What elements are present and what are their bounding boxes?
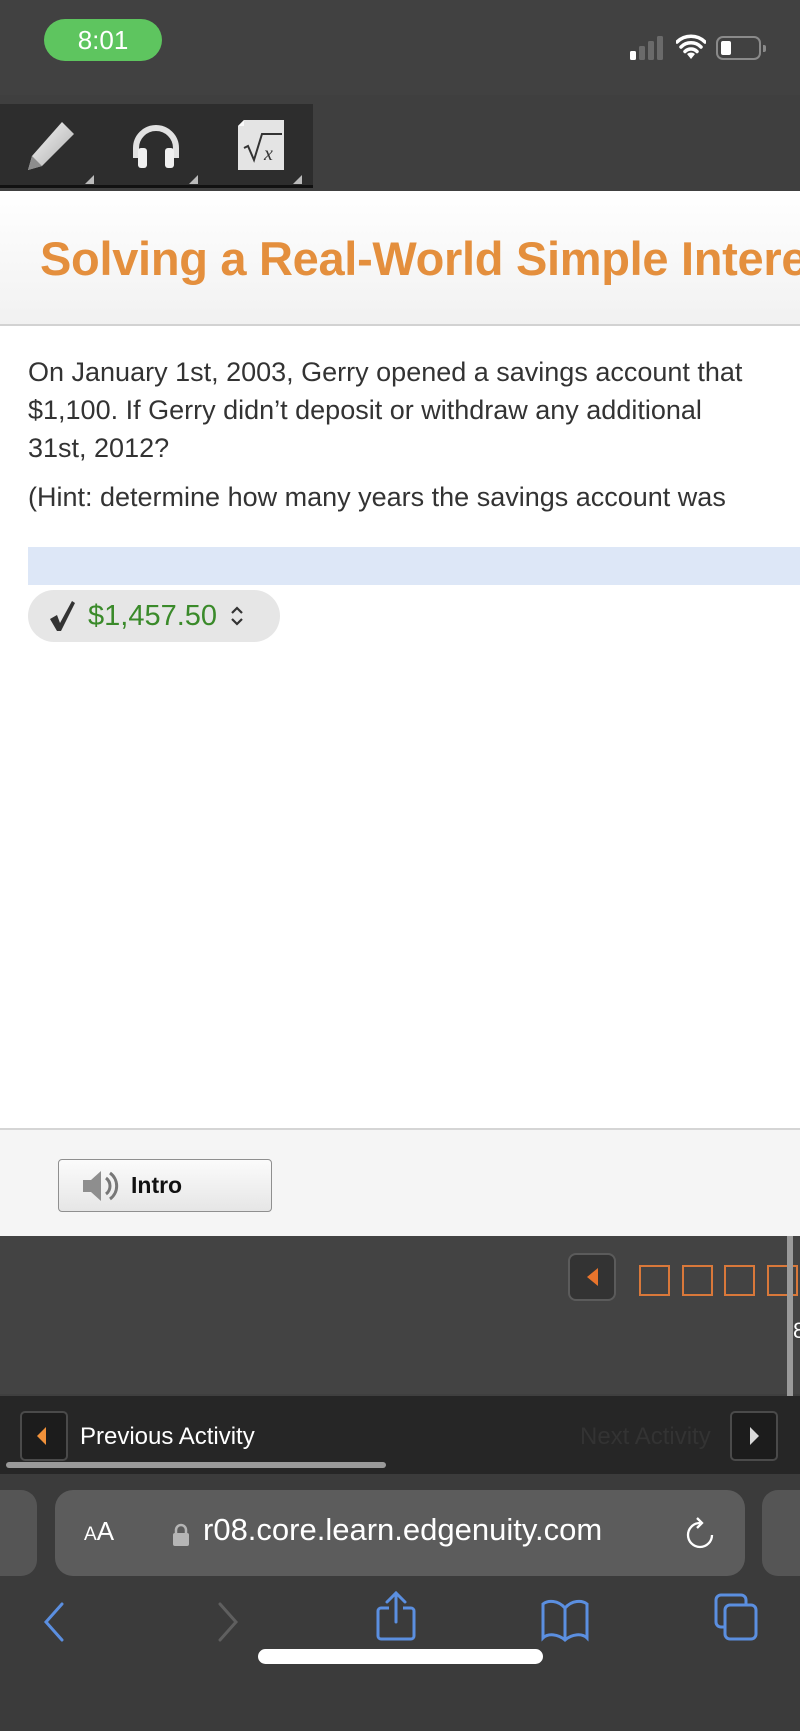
next-tab-preview[interactable] bbox=[762, 1490, 800, 1576]
url-text[interactable]: r08.core.learn.edgenuity.com bbox=[203, 1512, 602, 1548]
dropdown-corner-indicator bbox=[85, 175, 94, 184]
battery-icon bbox=[716, 36, 766, 60]
activity-navigation: Previous Activity Next Activity bbox=[0, 1396, 800, 1474]
page-navigation: 8 bbox=[0, 1236, 800, 1406]
horizontal-scrollbar[interactable] bbox=[6, 1462, 386, 1468]
reload-icon[interactable] bbox=[685, 1517, 715, 1551]
svg-text:x: x bbox=[263, 143, 273, 165]
question-line: 31st, 2012? bbox=[28, 433, 170, 463]
previous-page-button[interactable] bbox=[568, 1253, 616, 1301]
dropdown-corner-indicator bbox=[189, 175, 198, 184]
question-line: On January 1st, 2003, Gerry opened a sav… bbox=[28, 357, 743, 387]
lesson-title: Solving a Real-World Simple Interest Pro… bbox=[40, 232, 800, 285]
status-bar: 8:01 bbox=[0, 0, 800, 95]
speaker-icon bbox=[83, 1170, 119, 1201]
previous-activity-label[interactable]: Previous Activity bbox=[80, 1423, 255, 1451]
bookmarks-icon[interactable] bbox=[540, 1598, 590, 1642]
page-box[interactable] bbox=[639, 1265, 670, 1296]
square-root-formula-icon: x bbox=[238, 120, 284, 170]
pencil-tool-button[interactable] bbox=[0, 104, 100, 188]
lesson-footer: Intro bbox=[0, 1128, 800, 1236]
page-box[interactable] bbox=[682, 1265, 713, 1296]
next-activity-button[interactable] bbox=[730, 1411, 778, 1461]
text-size-button[interactable]: AA bbox=[84, 1516, 114, 1547]
up-down-chevron-icon bbox=[231, 606, 243, 626]
headphones-icon bbox=[133, 125, 179, 168]
page-box[interactable] bbox=[767, 1265, 798, 1296]
share-icon[interactable] bbox=[375, 1590, 417, 1642]
lock-icon bbox=[173, 1523, 189, 1546]
title-band: Solving a Real-World Simple Interest Pro… bbox=[0, 191, 800, 326]
question-text: On January 1st, 2003, Gerry opened a sav… bbox=[28, 353, 800, 467]
lesson-content: Solving a Real-World Simple Interest Pro… bbox=[0, 191, 800, 1236]
dropdown-corner-indicator bbox=[293, 175, 302, 184]
question-line: $1,100. If Gerry didn’t deposit or withd… bbox=[28, 395, 702, 425]
browser-toolbar: AA r08.core.learn.edgenuity.com bbox=[0, 1474, 800, 1731]
page-box[interactable] bbox=[724, 1265, 755, 1296]
answer-dropdown[interactable]: $1,457.50 bbox=[28, 590, 280, 642]
wifi-icon bbox=[676, 34, 706, 59]
formula-tool-button[interactable]: x bbox=[208, 104, 308, 188]
vertical-scrollbar[interactable] bbox=[787, 1236, 793, 1406]
intro-audio-button[interactable]: Intro bbox=[58, 1159, 272, 1212]
previous-tab-preview[interactable] bbox=[0, 1490, 37, 1576]
forward-icon[interactable] bbox=[216, 1602, 240, 1642]
next-activity-label[interactable]: Next Activity bbox=[580, 1423, 711, 1451]
lesson-toolbar: x bbox=[0, 104, 313, 188]
tabs-icon[interactable] bbox=[713, 1592, 759, 1642]
cellular-signal-icon bbox=[630, 36, 670, 60]
answer-selected-value: $1,457.50 bbox=[88, 599, 218, 632]
answer-row-highlight bbox=[28, 547, 800, 585]
home-indicator[interactable] bbox=[258, 1649, 543, 1664]
page-number: 8 bbox=[793, 1318, 800, 1343]
previous-activity-button[interactable] bbox=[20, 1411, 68, 1461]
checkmark-icon bbox=[50, 601, 75, 631]
hint-text: (Hint: determine how many years the savi… bbox=[28, 482, 726, 512]
pencil-icon bbox=[28, 122, 74, 170]
intro-button-label: Intro bbox=[131, 1172, 183, 1198]
audio-tool-button[interactable] bbox=[104, 104, 204, 188]
address-bar[interactable]: AA r08.core.learn.edgenuity.com bbox=[55, 1490, 745, 1576]
status-time: 8:01 bbox=[44, 19, 162, 61]
back-icon[interactable] bbox=[42, 1602, 66, 1642]
